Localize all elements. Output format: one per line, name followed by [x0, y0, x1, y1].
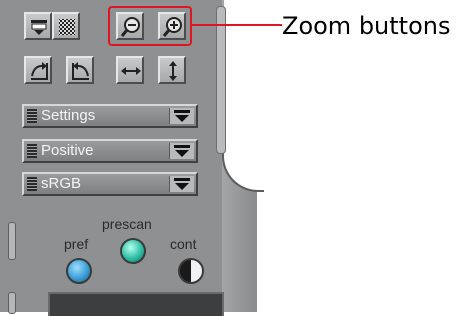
- zoom-highlight-box: [108, 6, 192, 46]
- flip-vertical-icon: [169, 61, 177, 81]
- chevron-down-icon: [174, 145, 190, 157]
- rotate-left-icon: [72, 62, 89, 80]
- scan-area-icon: [31, 20, 47, 35]
- prescan-label: prescan: [102, 216, 152, 232]
- panel-scroll-rail[interactable]: [216, 6, 226, 154]
- rotate-left-button[interactable]: [66, 56, 94, 84]
- left-slot-lower: [8, 292, 16, 314]
- cont-label: cont: [170, 236, 197, 252]
- pref-label: pref: [64, 236, 89, 252]
- rotate-right-icon: [31, 62, 48, 80]
- callout-label: Zoom buttons: [282, 12, 451, 40]
- film-type-select-value: Positive: [41, 142, 94, 159]
- grain-button[interactable]: [52, 12, 80, 40]
- flip-vertical-button[interactable]: [158, 56, 186, 84]
- grain-pattern-icon: [59, 19, 75, 35]
- rotate-right-button[interactable]: [24, 56, 52, 84]
- left-slot-upper: [8, 222, 16, 260]
- panel-cutout: [224, 0, 264, 150]
- chevron-down-icon: [174, 110, 190, 122]
- bottom-display-well: [48, 292, 224, 316]
- film-type-select[interactable]: Positive: [22, 139, 198, 163]
- chevron-down-icon: [174, 178, 190, 190]
- prescan-button[interactable]: [120, 238, 146, 264]
- grip-icon: [27, 144, 37, 158]
- settings-dropdown-arrow[interactable]: [169, 108, 194, 124]
- settings-select[interactable]: Settings: [22, 104, 198, 128]
- cont-button[interactable]: [178, 258, 204, 284]
- callout-line: [192, 24, 282, 26]
- scan-area-button[interactable]: [24, 12, 52, 40]
- flip-horizontal-icon: [121, 67, 141, 75]
- grip-icon: [27, 109, 37, 123]
- settings-select-value: Settings: [41, 107, 96, 124]
- color-space-select-value: sRGB: [41, 175, 82, 192]
- grip-icon: [27, 177, 37, 191]
- film-type-dropdown-arrow[interactable]: [169, 143, 194, 159]
- pref-button[interactable]: [66, 258, 92, 284]
- flip-horizontal-button[interactable]: [116, 56, 144, 84]
- color-space-select[interactable]: sRGB: [22, 172, 198, 196]
- color-space-dropdown-arrow[interactable]: [169, 176, 194, 192]
